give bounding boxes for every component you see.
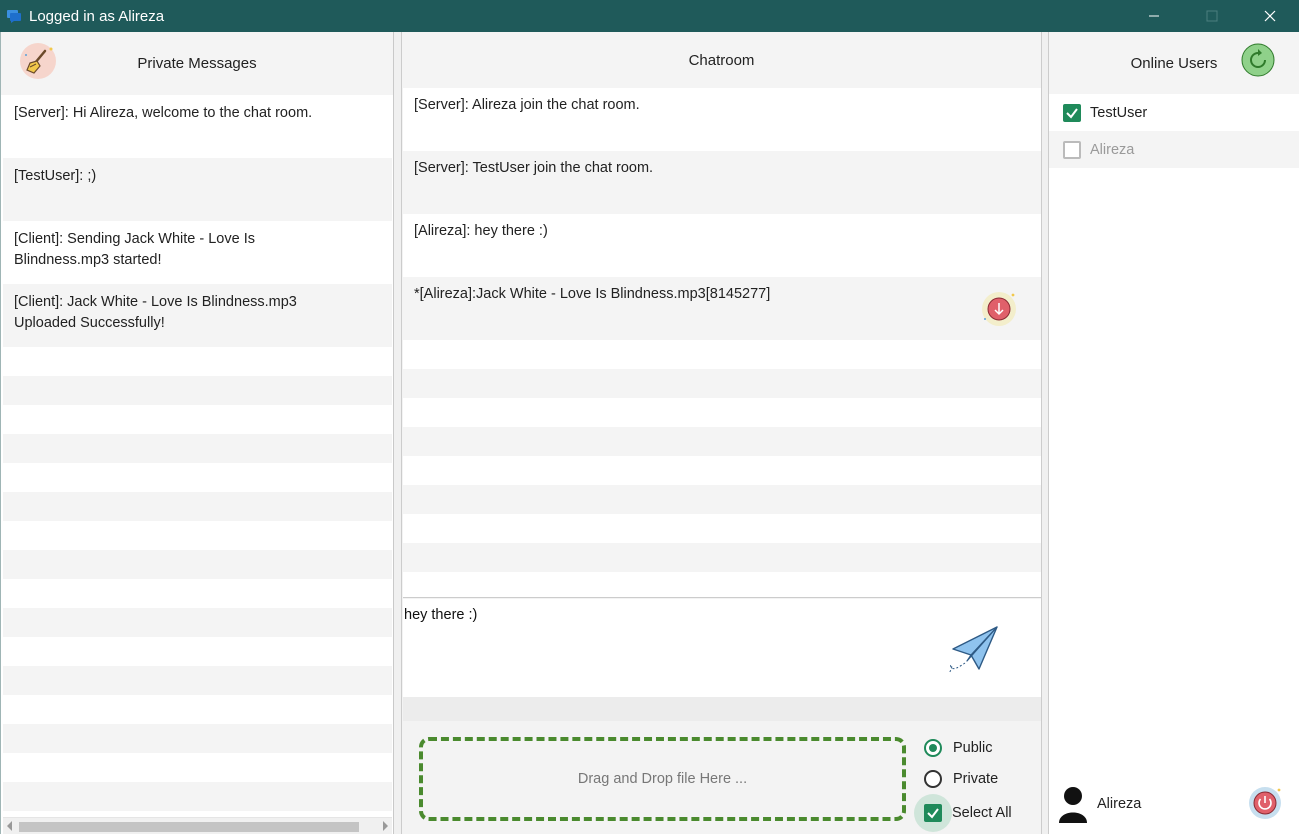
empty-row (403, 427, 1041, 456)
close-icon (1264, 10, 1276, 22)
public-radio[interactable]: Public (924, 739, 993, 757)
empty-row (3, 405, 392, 434)
empty-row (403, 485, 1041, 514)
title-bar[interactable]: Logged in as Alireza (0, 0, 1299, 32)
scroll-right-icon[interactable] (383, 821, 388, 831)
checkbox-focus-halo (914, 794, 952, 832)
empty-row (403, 398, 1041, 427)
empty-row (3, 666, 392, 695)
panel-title: Chatroom (688, 51, 755, 69)
list-item[interactable]: [TestUser]: ;) (3, 158, 392, 221)
checkbox-disabled (1063, 140, 1081, 159)
list-item[interactable]: [Server]: Hi Alireza, welcome to the cha… (3, 95, 392, 158)
empty-row (3, 608, 392, 637)
empty-row (3, 579, 392, 608)
panel-title: Private Messages (137, 55, 257, 72)
online-user-row: Alireza (1049, 131, 1299, 168)
private-messages-panel: Private Messages [Server]: Hi Alireza, w… (0, 32, 394, 834)
select-all-checkbox[interactable]: Select All (914, 794, 1012, 832)
window-title: Logged in as Alireza (29, 7, 165, 25)
list-item[interactable]: [Server]: TestUser join the chat room. (403, 151, 1041, 214)
private-messages-header: Private Messages (1, 32, 393, 95)
checkbox-checked[interactable] (924, 804, 942, 822)
maximize-button (1183, 0, 1241, 32)
private-message-list[interactable]: [Server]: Hi Alireza, welcome to the cha… (3, 95, 392, 818)
empty-row (3, 492, 392, 521)
power-icon[interactable] (1248, 786, 1282, 820)
refresh-icon[interactable] (1241, 43, 1275, 81)
list-item[interactable]: [Client]: Jack White - Love Is Blindness… (3, 284, 392, 347)
panel-title: Online Users (1130, 54, 1218, 72)
message-input[interactable]: hey there :) (403, 599, 911, 695)
horizontal-scrollbar[interactable] (3, 817, 392, 834)
scrollbar-thumb[interactable] (19, 822, 359, 832)
minimize-icon (1149, 15, 1159, 17)
check-icon (927, 808, 939, 819)
online-user-row[interactable]: TestUser (1049, 94, 1299, 131)
empty-row (3, 695, 392, 724)
compose-area: hey there :) (403, 599, 1041, 697)
checkbox-checked[interactable] (1063, 103, 1081, 122)
empty-row (3, 753, 392, 782)
empty-row (3, 724, 392, 753)
empty-row (3, 521, 392, 550)
radio-checked[interactable] (924, 739, 942, 757)
empty-row (3, 376, 392, 405)
chat-app-icon (7, 9, 21, 23)
list-item[interactable]: *[Alireza]:Jack White - Love Is Blindnes… (403, 277, 1041, 340)
close-button[interactable] (1241, 0, 1299, 32)
chatroom-message-list[interactable]: [Server]: Alireza join the chat room. [S… (403, 88, 1041, 598)
empty-row (3, 637, 392, 666)
empty-row (403, 340, 1041, 369)
radio-unchecked[interactable] (924, 770, 942, 788)
private-radio[interactable]: Private (924, 770, 998, 788)
empty-row (3, 347, 392, 376)
current-user-name: Alireza (1097, 796, 1142, 812)
empty-row (403, 369, 1041, 398)
online-users-header: Online Users (1049, 32, 1299, 94)
online-users-panel: Online Users TestUser Alireza Alireza (1048, 32, 1299, 834)
minimize-button[interactable] (1125, 0, 1183, 32)
scroll-left-icon[interactable] (7, 821, 12, 831)
empty-row (403, 543, 1041, 572)
compose-divider (403, 697, 1041, 721)
empty-row (3, 434, 392, 463)
empty-row (3, 463, 392, 492)
broom-icon[interactable] (18, 41, 58, 85)
list-item[interactable]: [Server]: Alireza join the chat room. (403, 88, 1041, 151)
empty-row (3, 550, 392, 579)
file-drop-zone[interactable]: Drag and Drop file Here ... (419, 737, 906, 821)
chatroom-header: Chatroom (402, 32, 1041, 88)
chatroom-panel: Chatroom [Server]: Alireza join the chat… (401, 32, 1042, 834)
check-icon (1066, 107, 1078, 119)
send-button[interactable] (941, 617, 1005, 681)
empty-row (403, 514, 1041, 543)
user-avatar-icon (1059, 787, 1087, 823)
download-icon[interactable] (981, 291, 1017, 327)
maximize-icon (1206, 10, 1218, 22)
list-item[interactable]: [Client]: Sending Jack White - Love Is B… (3, 221, 392, 284)
empty-row (403, 572, 1041, 597)
empty-row (403, 456, 1041, 485)
empty-row (3, 782, 392, 811)
current-user-footer: Alireza (1057, 784, 1292, 824)
list-item[interactable]: [Alireza]: hey there :) (403, 214, 1041, 277)
paper-plane-icon (948, 626, 998, 674)
